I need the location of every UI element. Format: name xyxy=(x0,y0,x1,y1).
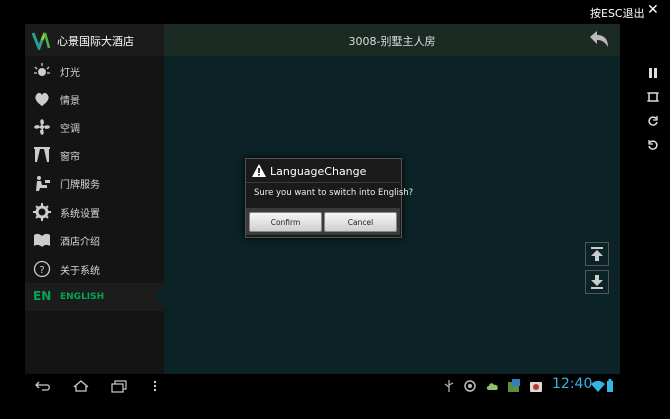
light-icon xyxy=(33,62,51,80)
recent-apps-icon[interactable] xyxy=(110,378,128,393)
pause-icon[interactable] xyxy=(645,67,661,83)
sync-icon xyxy=(463,378,477,392)
sidebar-item-ac[interactable]: 空调 xyxy=(25,113,164,141)
back-arrow-icon xyxy=(590,31,608,47)
sidebar-item-curtain[interactable]: 窗帘 xyxy=(25,141,164,169)
back-button[interactable] xyxy=(584,27,612,53)
room-title: 3008-别墅主人房 xyxy=(348,35,436,48)
sidebar-item-label: 灯光 xyxy=(60,68,80,79)
dialog-title: LanguageChange xyxy=(270,165,367,178)
rotate-left-icon[interactable] xyxy=(645,139,661,155)
sidebar-item-label: 情景 xyxy=(60,96,80,107)
battery-icon xyxy=(606,378,614,392)
help-icon: ? xyxy=(33,260,51,278)
hotel-logo-icon xyxy=(31,30,52,53)
doorplate-service-icon xyxy=(33,174,51,192)
store-icon xyxy=(529,378,543,392)
scroll-top-button[interactable] xyxy=(585,242,609,266)
settings-icon xyxy=(33,203,51,221)
sidebar-item-scene[interactable]: 情景 xyxy=(25,85,164,113)
scroll-bottom-button[interactable] xyxy=(585,270,609,294)
back-nav-icon[interactable] xyxy=(34,378,52,392)
language-code: EN xyxy=(33,289,52,303)
sidebar-item-light[interactable]: 灯光 xyxy=(25,57,164,85)
cancel-button[interactable]: Cancel xyxy=(324,212,397,232)
sidebar-item-doorplate[interactable]: 门牌服务 xyxy=(25,169,164,197)
exit-hint: 按ESC退出 xyxy=(590,7,645,20)
book-icon xyxy=(33,231,51,249)
sidebar-item-label: 门牌服务 xyxy=(60,180,100,191)
active-pointer xyxy=(154,287,164,307)
arrow-down-icon xyxy=(591,275,603,289)
wifi-icon xyxy=(591,378,605,392)
sidebar-item-label: 酒店介绍 xyxy=(60,237,100,248)
status-clock: 12:40 xyxy=(552,376,593,392)
sidebar-item-label: 空调 xyxy=(60,124,80,135)
sidebar-item-label: 关于系统 xyxy=(60,266,100,277)
dialog-message: Sure you want to switch into English? xyxy=(254,188,414,198)
sidebar-item-about[interactable]: ? 关于系统 xyxy=(25,255,164,283)
usb-icon xyxy=(443,378,455,392)
menu-icon[interactable] xyxy=(150,378,160,392)
app-notification-icon xyxy=(507,378,521,392)
cloud-icon xyxy=(486,378,500,392)
fan-icon xyxy=(33,118,51,136)
curtain-icon xyxy=(33,146,51,164)
dialog-divider xyxy=(246,182,400,183)
sidebar-item-settings[interactable]: 系统设置 xyxy=(25,198,164,226)
confirm-button[interactable]: Confirm xyxy=(249,212,322,232)
sidebar-item-label: 窗帘 xyxy=(60,152,80,163)
sidebar-item-label: 系统设置 xyxy=(60,209,100,220)
close-icon[interactable]: ✕ xyxy=(647,2,659,18)
hotel-name: 心景国际大酒店 xyxy=(57,35,134,48)
language-label: ENGLISH xyxy=(60,292,105,302)
arrow-up-icon xyxy=(591,247,603,261)
rotate-right-icon[interactable] xyxy=(645,115,661,131)
scene-icon xyxy=(33,90,51,108)
screenshot-icon[interactable] xyxy=(645,91,661,107)
home-icon[interactable] xyxy=(72,378,90,392)
warning-icon xyxy=(251,163,267,179)
svg-text:?: ? xyxy=(39,265,44,276)
sidebar-item-hotel-intro[interactable]: 酒店介绍 xyxy=(25,226,164,254)
